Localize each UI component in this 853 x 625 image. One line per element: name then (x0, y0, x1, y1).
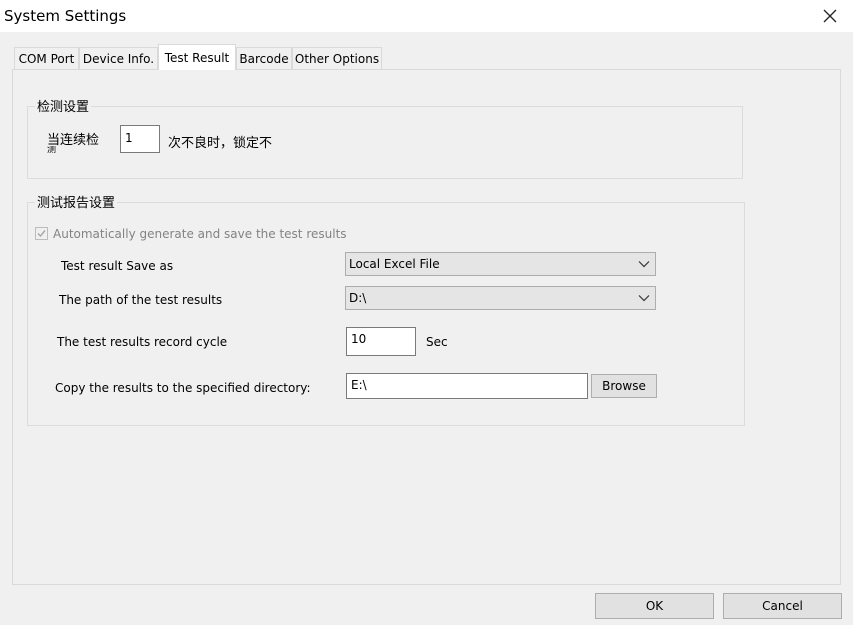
cycle-label: The test results record cycle (57, 335, 228, 349)
checkmark-icon (37, 230, 46, 238)
ok-button[interactable]: OK (595, 593, 714, 619)
cancel-button[interactable]: Cancel (723, 593, 842, 619)
close-icon (823, 9, 837, 23)
tab-device-info[interactable]: Device Info. (79, 47, 158, 70)
auto-generate-checkbox[interactable] (35, 227, 48, 240)
save-as-value: Local Excel File (349, 257, 440, 271)
copy-dir-label: Copy the results to the specified direct… (55, 381, 311, 395)
path-label: The path of the test results (59, 293, 223, 307)
browse-label: Browse (602, 379, 646, 393)
tab-panel-test-result: 检测设置 当连续检 测 1 次不良时，锁定不 测试报告设置 Automatica… (12, 69, 841, 585)
path-value: D:\ (349, 291, 367, 305)
chevron-down-icon (638, 261, 650, 268)
detect-prefix-label-line2: 测 (47, 146, 57, 154)
title-bar: System Settings (0, 0, 853, 32)
close-button[interactable] (807, 0, 853, 32)
save-as-label: Test result Save as (61, 259, 174, 273)
tab-test-result[interactable]: Test Result (158, 44, 236, 70)
detect-settings-group: 检测设置 当连续检 测 1 次不良时，锁定不 (27, 96, 743, 179)
save-as-select[interactable]: Local Excel File (345, 252, 656, 276)
tab-com-port[interactable]: COM Port (14, 47, 79, 70)
report-group-title: 测试报告设置 (35, 192, 118, 211)
tab-label: Device Info. (82, 52, 155, 66)
tab-label: COM Port (18, 52, 75, 66)
cycle-input[interactable]: 10 (346, 327, 416, 356)
copy-dir-value: E:\ (351, 378, 367, 392)
path-select[interactable]: D:\ (345, 286, 656, 310)
ok-label: OK (645, 599, 664, 613)
cycle-unit-label: Sec (426, 335, 448, 349)
tab-other-options[interactable]: Other Options (292, 47, 382, 70)
tab-label: Barcode (239, 52, 289, 66)
fail-count-input[interactable]: 1 (120, 125, 160, 153)
detect-group-title: 检测设置 (35, 96, 92, 115)
auto-generate-label: Automatically generate and save the test… (53, 227, 347, 241)
tab-label: Other Options (294, 52, 380, 66)
window-title: System Settings (4, 7, 127, 25)
cycle-value: 10 (351, 332, 367, 346)
detect-suffix-label: 次不良时，锁定不 (168, 136, 273, 151)
tab-barcode[interactable]: Barcode (236, 47, 292, 70)
chevron-down-icon (638, 295, 650, 302)
browse-button[interactable]: Browse (591, 374, 657, 398)
copy-dir-input[interactable]: E:\ (346, 373, 588, 399)
fail-count-value: 1 (125, 131, 133, 145)
cancel-label: Cancel (762, 599, 803, 613)
tab-label: Test Result (164, 50, 230, 65)
report-settings-group: 测试报告设置 Automatically generate and save t… (27, 192, 745, 426)
